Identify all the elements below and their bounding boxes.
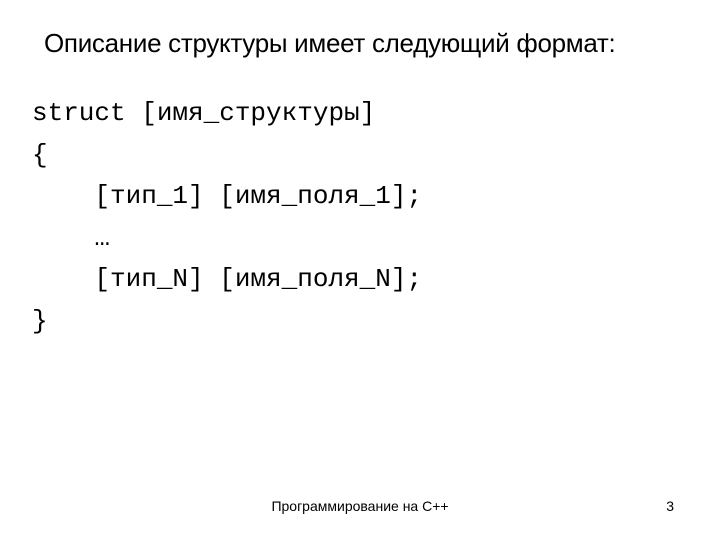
page-number: 3: [666, 498, 674, 514]
code-line-ellipsis: …: [32, 218, 690, 260]
footer-text: Программирование на С++: [0, 498, 720, 514]
code-line-close-brace: }: [32, 301, 690, 343]
slide-title: Описание структуры имеет следующий форма…: [30, 28, 690, 59]
code-line-struct: struct [имя_структуры]: [32, 93, 690, 135]
code-line-field-n: [тип_N] [имя_поля_N];: [32, 259, 690, 301]
slide-container: Описание структуры имеет следующий форма…: [0, 0, 720, 540]
code-block: struct [имя_структуры] { [тип_1] [имя_по…: [30, 93, 690, 343]
code-line-open-brace: {: [32, 135, 690, 177]
code-line-field-1: [тип_1] [имя_поля_1];: [32, 176, 690, 218]
